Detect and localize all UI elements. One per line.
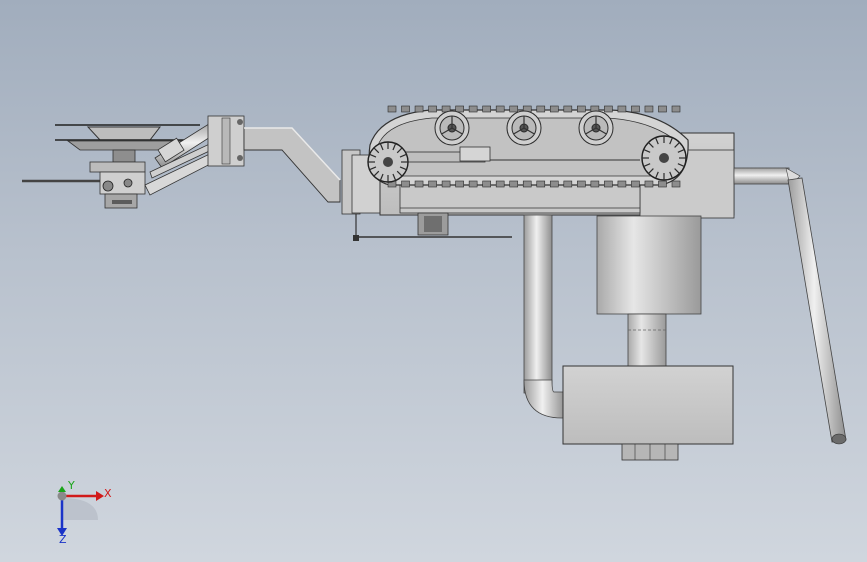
vertical-pipe <box>523 214 566 419</box>
track-link <box>549 105 559 113</box>
track-link <box>414 180 424 188</box>
track-link <box>536 180 546 188</box>
track-link <box>577 180 586 188</box>
track-link <box>644 180 654 188</box>
road-roller <box>506 110 542 146</box>
origin-ball <box>57 491 67 501</box>
track-link <box>590 180 600 188</box>
track-link <box>482 105 491 113</box>
track-link <box>671 180 681 188</box>
track-link <box>441 180 451 188</box>
drive-sprocket <box>367 141 409 183</box>
rear-handle-pipe <box>733 167 847 445</box>
gripper-head <box>22 161 146 209</box>
track-link <box>658 105 667 113</box>
drive-sprocket <box>641 135 687 181</box>
track-link <box>387 105 397 113</box>
track-link <box>604 105 613 113</box>
track-link <box>604 180 613 188</box>
track-link <box>671 105 681 113</box>
track-link <box>644 105 654 113</box>
track-link <box>401 180 410 188</box>
track-link <box>631 180 640 188</box>
z-axis-label: Z <box>59 533 67 546</box>
axis-triad[interactable]: X Y Z <box>57 479 112 546</box>
track-link <box>536 105 546 113</box>
track-link <box>563 180 573 188</box>
track-link <box>468 180 478 188</box>
track-link <box>428 105 437 113</box>
y-axis-label: Y <box>67 479 75 492</box>
track-link <box>509 180 519 188</box>
track-link <box>414 105 424 113</box>
track-link <box>522 180 532 188</box>
main-cylinder <box>596 215 702 369</box>
track-link <box>468 105 478 113</box>
x-arrow-head <box>96 491 104 501</box>
track-link <box>658 180 667 188</box>
track-link <box>617 180 627 188</box>
road-roller <box>578 110 614 146</box>
cad-viewport[interactable]: X Y Z <box>0 0 867 562</box>
track-rollers <box>434 110 614 146</box>
track-link <box>509 105 519 113</box>
crawler-track <box>367 105 689 188</box>
track-link <box>482 180 491 188</box>
x-axis-label: X <box>104 487 112 500</box>
track-link <box>455 180 464 188</box>
road-roller <box>434 110 470 146</box>
track-link <box>549 180 559 188</box>
track-link <box>401 105 410 113</box>
shoulder-bracket <box>207 115 245 167</box>
track-link <box>617 105 627 113</box>
track-link <box>455 105 464 113</box>
track-link <box>495 180 505 188</box>
boom-arm <box>243 127 341 203</box>
track-link <box>495 105 505 113</box>
bottom-motor <box>417 212 449 236</box>
track-link <box>563 105 573 113</box>
y-arrow-head <box>58 486 66 492</box>
track-link <box>428 180 437 188</box>
lower-box <box>562 365 734 461</box>
track-link <box>631 105 640 113</box>
track-link <box>577 105 586 113</box>
